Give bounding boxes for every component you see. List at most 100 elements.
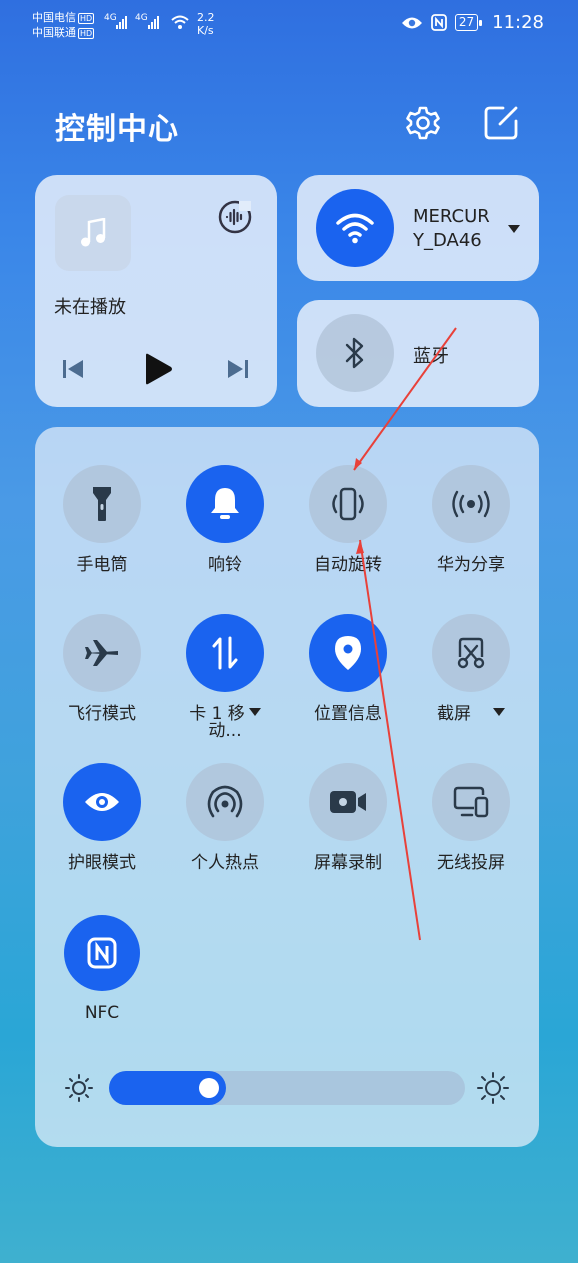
screenshot-toggle[interactable]: [432, 614, 510, 692]
page-title: 控制中心: [55, 112, 179, 147]
auto-rotate-toggle[interactable]: [309, 465, 387, 543]
tile-airplane-mode[interactable]: 飞行模式: [42, 614, 162, 724]
ring-toggle[interactable]: [186, 465, 264, 543]
music-note-icon: [81, 218, 106, 247]
bluetooth-label: 蓝牙: [413, 346, 449, 367]
tile-hotspot[interactable]: 个人热点: [165, 763, 285, 873]
mobile-data-label-line-1: 卡 1 移: [189, 704, 245, 724]
airplane-label: 飞行模式: [68, 704, 136, 724]
mobile-data-label-line-2: 动...: [208, 721, 242, 741]
screenshot-label: 截屏: [411, 704, 531, 724]
carrier-1: 中国电信: [32, 11, 76, 24]
screenshot-dropdown-icon[interactable]: [493, 708, 505, 716]
tile-mobile-data[interactable]: 卡 1 移 动...: [165, 614, 285, 741]
tile-nfc[interactable]: NFC: [42, 915, 162, 1023]
wifi-dropdown-icon[interactable]: [508, 225, 520, 233]
huawei-share-toggle[interactable]: [432, 465, 510, 543]
brightness-high-icon: [477, 1072, 509, 1104]
mobile-data-toggle[interactable]: [186, 614, 264, 692]
wifi-toggle[interactable]: [316, 189, 394, 267]
flashlight-toggle[interactable]: [63, 465, 141, 543]
tile-ring[interactable]: 响铃: [165, 465, 285, 575]
wifi-network-name: MERCUR Y_DA46: [413, 205, 490, 253]
eye-icon: [85, 793, 119, 811]
nfc-status-icon: [430, 14, 447, 31]
hotspot-toggle[interactable]: [186, 763, 264, 841]
wireless-projection-label: 无线投屏: [437, 853, 505, 873]
screen-record-toggle[interactable]: [309, 763, 387, 841]
hd-badge: HD: [78, 28, 95, 39]
network-speed: 2.2 K/s: [197, 11, 215, 37]
gear-icon[interactable]: [405, 105, 441, 141]
hotspot-label: 个人热点: [191, 853, 259, 873]
flashlight-label: 手电筒: [76, 555, 128, 575]
signal-icon: [116, 16, 127, 29]
network-type-2: 4G: [135, 13, 148, 23]
network-type-1: 4G: [104, 13, 117, 23]
album-art: [55, 195, 131, 271]
nfc-toggle[interactable]: [64, 915, 140, 991]
carrier-2: 中国联通: [32, 26, 76, 39]
previous-icon[interactable]: [61, 358, 85, 380]
screenshot-label-text: 截屏: [437, 704, 471, 724]
wifi-name-line-2: Y_DA46: [413, 230, 482, 251]
bluetooth-card[interactable]: 蓝牙: [297, 300, 539, 407]
nfc-icon: [87, 937, 117, 969]
tile-wireless-projection[interactable]: 无线投屏: [411, 763, 531, 873]
wireless-projection-toggle[interactable]: [432, 763, 510, 841]
battery-indicator: 27: [454, 14, 483, 31]
tile-eye-comfort[interactable]: 护眼模式: [42, 763, 162, 873]
location-label: 位置信息: [314, 704, 382, 724]
airplane-icon: [85, 640, 118, 666]
location-toggle[interactable]: [309, 614, 387, 692]
tile-screen-record[interactable]: 屏幕录制: [288, 763, 408, 873]
flashlight-icon: [93, 487, 111, 521]
tile-screenshot[interactable]: 截屏: [411, 614, 531, 724]
signal-icon: [148, 16, 159, 29]
brightness-slider[interactable]: [109, 1071, 465, 1105]
data-transfer-icon: [212, 636, 238, 670]
brightness-handle[interactable]: [199, 1078, 219, 1098]
mobile-data-dropdown-icon[interactable]: [248, 708, 261, 716]
eye-status-icon: [401, 17, 422, 28]
screen-record-label: 屏幕录制: [314, 853, 382, 873]
tile-location[interactable]: 位置信息: [288, 614, 408, 724]
audio-output-icon[interactable]: [217, 199, 253, 235]
wifi-name-line-1: MERCUR: [413, 206, 490, 227]
playback-status: 未在播放: [54, 297, 126, 318]
airplane-toggle[interactable]: [63, 614, 141, 692]
auto-rotate-icon: [332, 487, 364, 521]
wifi-card[interactable]: MERCUR Y_DA46: [297, 175, 539, 281]
ring-label: 响铃: [208, 555, 242, 575]
brightness-low-icon: [65, 1074, 93, 1102]
video-camera-icon: [330, 791, 366, 813]
mobile-data-label: 卡 1 移 动...: [165, 704, 285, 741]
eye-comfort-label: 护眼模式: [68, 853, 136, 873]
auto-rotate-label: 自动旋转: [314, 555, 382, 575]
edit-icon[interactable]: [483, 105, 519, 141]
nfc-label: NFC: [84, 1003, 120, 1023]
speed-value: 2.2: [197, 11, 215, 24]
bluetooth-icon: [345, 337, 364, 369]
tile-auto-rotate[interactable]: 自动旋转: [288, 465, 408, 575]
toggles-panel: 手电筒 响铃 自动旋转 华为分享 飞行模式 卡 1 移 动... 位置信息 截屏…: [35, 427, 539, 1147]
media-player-card[interactable]: 未在播放: [35, 175, 277, 407]
tile-huawei-share[interactable]: 华为分享: [411, 465, 531, 575]
carrier-info: 中国电信 HD 中国联通 HD: [32, 10, 95, 40]
speed-unit: K/s: [197, 24, 214, 37]
huawei-share-label: 华为分享: [437, 555, 505, 575]
tile-flashlight[interactable]: 手电筒: [42, 465, 162, 575]
clock: 11:28: [492, 12, 544, 33]
location-pin-icon: [335, 636, 361, 670]
play-icon[interactable]: [143, 353, 173, 385]
bell-icon: [211, 488, 239, 519]
eye-comfort-toggle[interactable]: [63, 763, 141, 841]
hotspot-icon: [207, 785, 243, 818]
projection-icon: [453, 786, 489, 818]
next-icon[interactable]: [226, 358, 250, 380]
wifi-status-icon: [171, 15, 189, 29]
scissors-icon: [457, 637, 485, 669]
status-bar: 中国电信 HD 中国联通 HD 4G 4G 2.2 K/s 27 11:28: [0, 0, 578, 48]
bluetooth-toggle[interactable]: [316, 314, 394, 392]
hd-badge: HD: [78, 13, 95, 24]
